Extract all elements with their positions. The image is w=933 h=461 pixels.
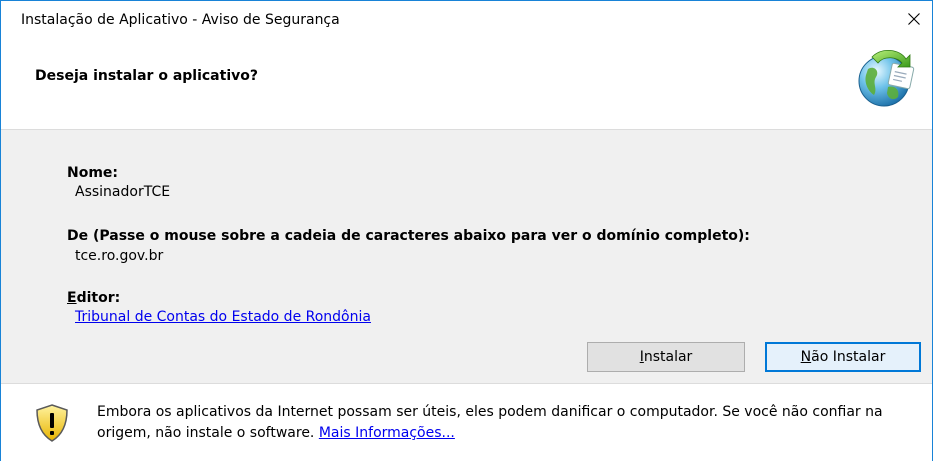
install-button-label: Instalar [639,349,693,365]
shield-warning-icon [36,404,68,442]
security-warning-dialog: Instalação de Aplicativo - Aviso de Segu… [0,0,933,461]
more-info-link[interactable]: Mais Informações... [319,425,455,441]
title-bar[interactable]: Instalação de Aplicativo - Aviso de Segu… [1,1,932,37]
dialog-header: Deseja instalar o aplicativo? [1,37,932,129]
publisher-label: Editor: [67,290,121,306]
from-label: De (Passe o mouse sobre a cadeia de cara… [67,228,750,244]
security-footer: Embora os aplicativos da Internet possam… [1,383,932,461]
security-warning-text: Embora os aplicativos da Internet possam… [97,402,917,444]
globe-app-icon [858,50,915,107]
install-button[interactable]: Instalar [587,342,745,372]
warning-message: Embora os aplicativos da Internet possam… [97,404,883,441]
name-label: Nome: [67,165,119,181]
window-title: Instalação de Aplicativo - Aviso de Segu… [21,12,340,28]
from-domain-value[interactable]: tce.ro.gov.br [75,248,163,264]
dont-install-button[interactable]: Não Instalar [765,342,921,372]
dont-install-button-label: Não Instalar [800,349,886,365]
install-question: Deseja instalar o aplicativo? [35,68,258,84]
publisher-link[interactable]: Tribunal de Contas do Estado de Rondônia [75,309,371,325]
name-value: AssinadorTCE [75,184,171,200]
close-button[interactable] [894,1,932,37]
app-details-panel: Nome: AssinadorTCE De (Passe o mouse sob… [1,129,932,384]
close-icon [908,13,920,25]
